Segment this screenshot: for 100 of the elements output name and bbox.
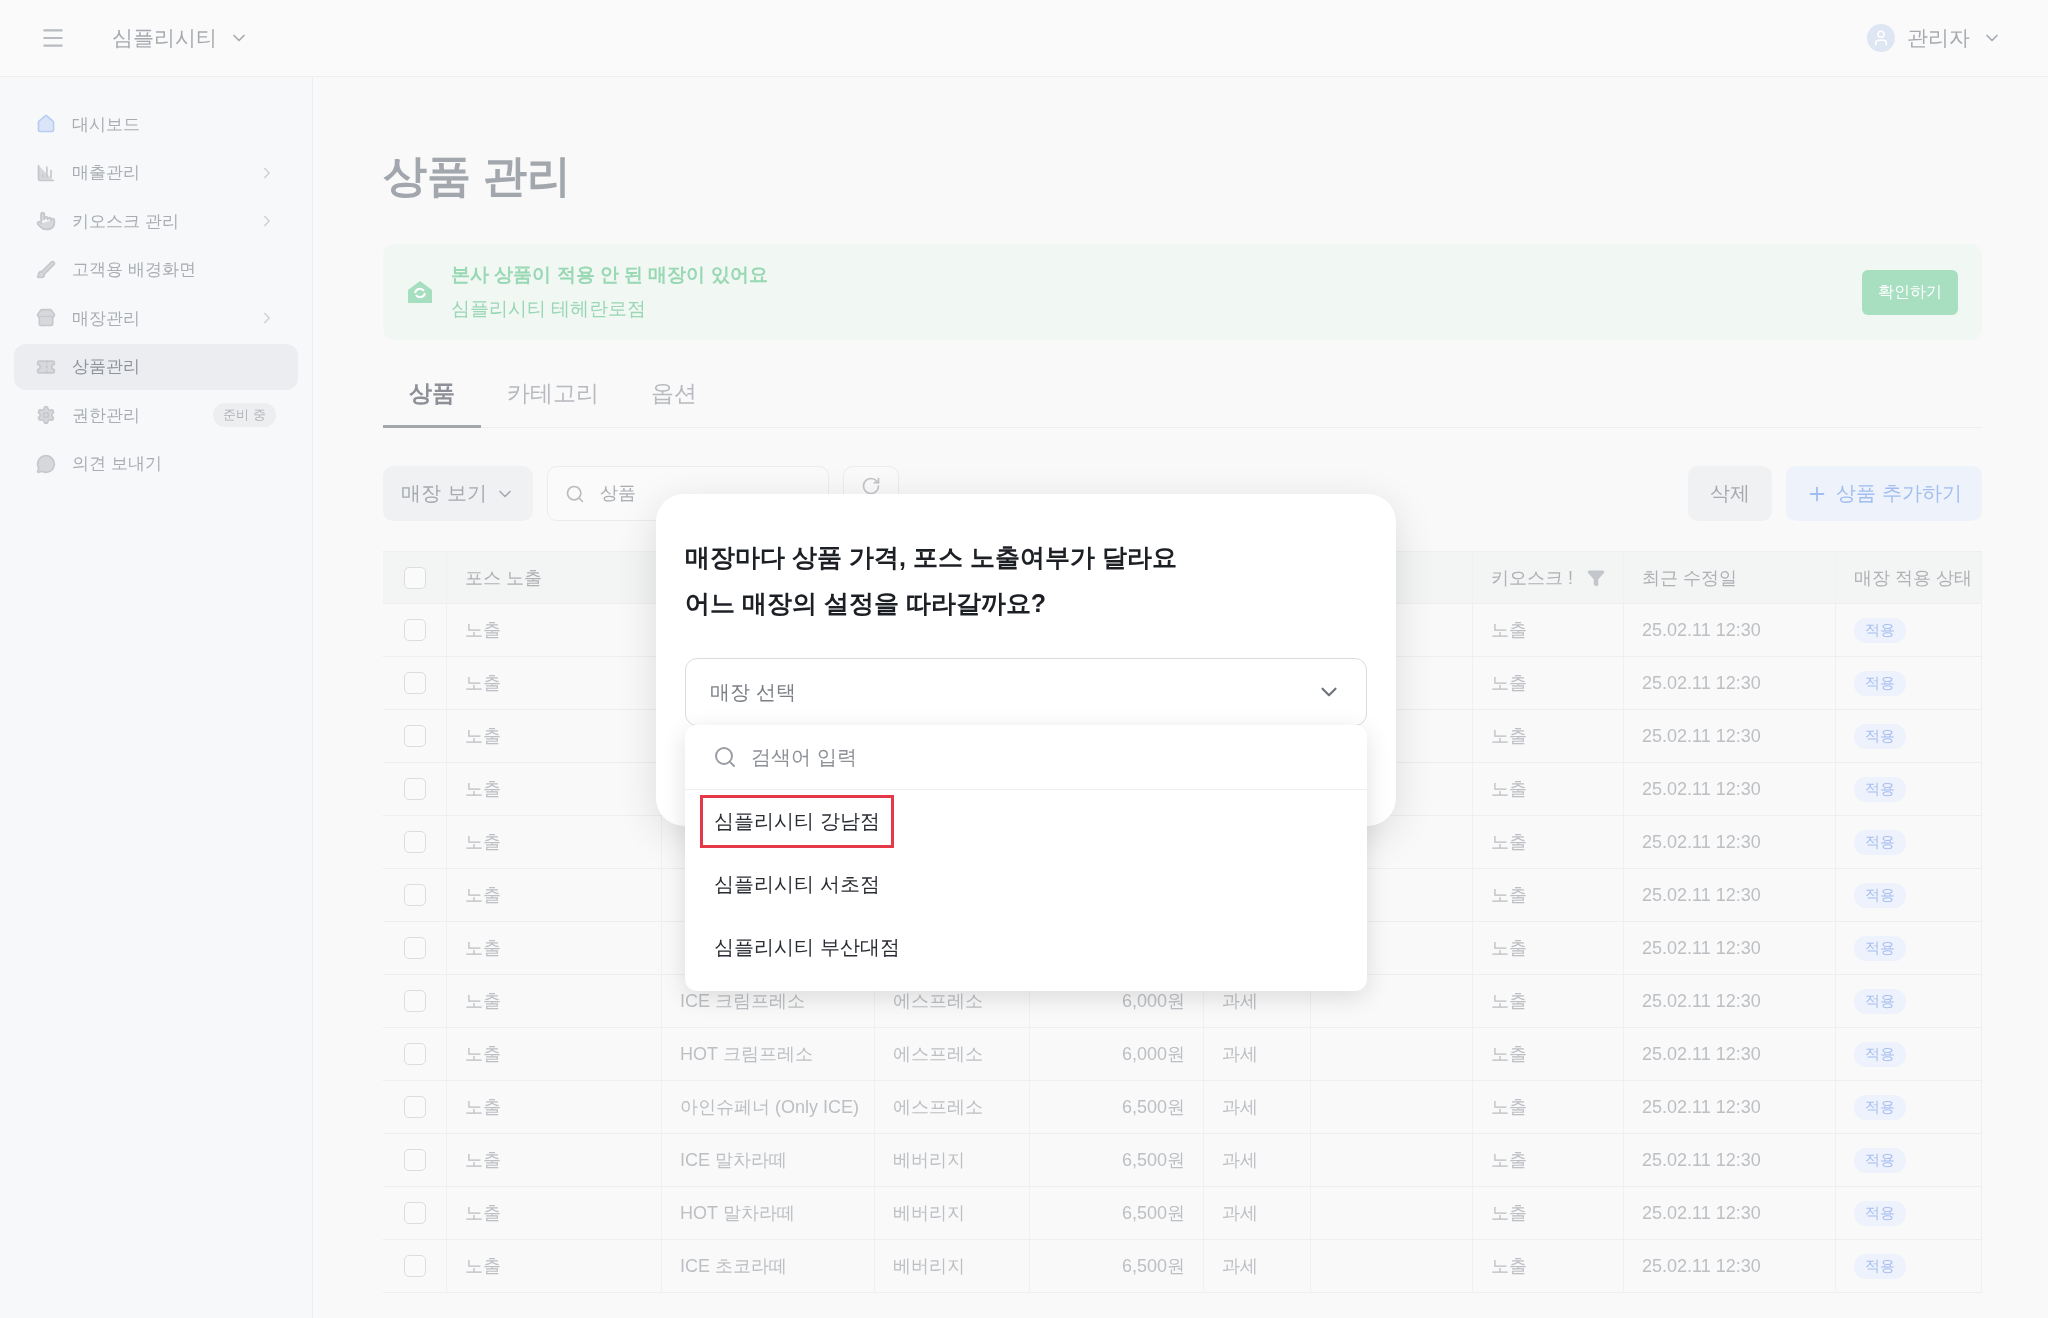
sidebar-item[interactable]: 상품관리 [14,343,298,390]
banner-subtitle: 심플리시티 테헤란로점 [451,297,648,321]
status-tag: 적용 [1854,723,1906,749]
table-cell: 노출 [1473,710,1624,763]
delete-button[interactable]: 삭제 [1688,466,1773,521]
tab[interactable]: 옵션 [625,366,723,428]
table-cell: 베버리지 [875,1187,1030,1240]
status-tag: 적용 [1854,670,1906,696]
tab[interactable]: 상품 [383,366,481,428]
store-option[interactable]: 심플리시티 부산대점 [700,921,914,974]
store-filter-dropdown[interactable]: 매장 보기 [383,466,533,521]
checkbox[interactable] [403,619,426,641]
table-cell: 6,000원 [1030,1028,1204,1081]
table-cell: 25.02.11 12:30 [1624,922,1836,975]
filter-icon[interactable] [1587,568,1605,587]
table-cell: 노출 [1473,1240,1624,1293]
search-icon [564,483,585,504]
checkbox[interactable] [403,884,426,906]
checkbox[interactable] [403,831,426,853]
sidebar-item[interactable]: 매장관리 [14,295,298,341]
table-cell: 에스프레소 [875,1081,1030,1134]
table-cell: 과세 [1204,1028,1311,1081]
table-cell: 노출 [1473,604,1624,657]
brush-icon [36,259,56,280]
status-badge: 준비 중 [213,403,276,427]
column-header: 최근 수정일 [1624,552,1836,604]
table-cell: 25.02.11 12:30 [1624,1081,1836,1134]
table-cell: 6,500원 [1030,1081,1204,1134]
sidebar-item[interactable]: 고객용 배경화면 [14,246,298,293]
bar-chart-icon [36,162,56,183]
checkbox[interactable] [403,1096,426,1118]
sidebar-item[interactable]: 의견 보내기 [14,440,298,487]
status-tag: 적용 [1854,935,1906,961]
dialog-title: 매장마다 상품 가격, 포스 노출여부가 달라요 [685,542,1178,573]
table-cell: 25.02.11 12:30 [1624,657,1836,710]
table-cell: 노출 [447,869,662,922]
sidebar-item[interactable]: 키오스크 관리 [14,198,298,244]
table-cell: 노출 [447,922,662,975]
table-cell: HOT 크림프레소 [662,1028,875,1081]
column-header: 매장 적용 상태 [1836,552,1982,604]
sidebar-label: 매출관리 [72,162,141,184]
status-tag: 적용 [1854,1041,1906,1067]
table-cell: 25.02.11 12:30 [1624,763,1836,816]
avatar-icon [1867,24,1895,52]
table-cell: 과세 [1204,1240,1311,1293]
store-option[interactable]: 심플리시티 서초점 [700,858,894,911]
table-cell: 6,500원 [1030,1134,1204,1187]
sidebar-item[interactable]: 대시보드 [14,101,298,147]
banner-title: 본사 상품이 적용 안 된 매장이 있어요 [451,263,769,287]
status-tag: 적용 [1854,776,1906,802]
brand-dropdown[interactable]: 심플리시티 [106,23,255,53]
tab[interactable]: 카테고리 [481,366,625,428]
user-menu[interactable]: 관리자 [1861,23,2008,53]
table-cell: 노출 [1473,975,1624,1028]
table-cell: 25.02.11 12:30 [1624,710,1836,763]
checkbox[interactable] [403,990,426,1012]
table-cell: 노출 [1473,1187,1624,1240]
table-cell: 노출 [447,1134,662,1187]
checkbox[interactable] [403,566,426,589]
table-cell: 25.02.11 12:30 [1624,1134,1836,1187]
table-cell: HOT 말차라떼 [662,1187,875,1240]
table-cell: 노출 [1473,816,1624,869]
status-tag: 적용 [1854,1200,1906,1226]
table-cell: 에스프레소 [875,1028,1030,1081]
table-cell: 25.02.11 12:30 [1624,1028,1836,1081]
table-cell: 베버리지 [875,1240,1030,1293]
refresh-icon [860,476,881,496]
sidebar-item[interactable]: 매출관리 [14,149,298,196]
sidebar-label: 상품관리 [72,356,141,378]
dialog-title: 어느 매장의 설정을 따라갈까요? [685,588,1048,619]
search-icon [713,745,737,769]
store-select[interactable]: 매장 선택 [685,658,1367,726]
table-cell: ICE 말차라떼 [662,1134,875,1187]
store-option[interactable]: 심플리시티 강남점 [700,795,894,848]
table-cell: 노출 [447,1028,662,1081]
add-product-button[interactable]: 상품 추가하기 [1786,466,1982,521]
checkbox[interactable] [403,1255,426,1277]
checkbox[interactable] [403,672,426,694]
table-cell: 노출 [1473,869,1624,922]
confirm-button[interactable]: 확인하기 [1862,269,1958,315]
sidebar-label: 매장관리 [72,307,141,330]
table-cell: 노출 [1473,1028,1624,1081]
checkbox[interactable] [403,1043,426,1065]
table-cell: 아인슈페너 (Only ICE) [662,1081,875,1134]
checkbox[interactable] [403,725,426,747]
house-refresh-icon [407,279,433,305]
checkbox[interactable] [403,1149,426,1171]
checkbox[interactable] [403,1202,426,1224]
table-cell: 25.02.11 12:30 [1624,1240,1836,1293]
sidebar-label: 고객용 배경화면 [72,259,197,281]
table-cell: 노출 [447,975,662,1028]
status-tag: 적용 [1854,1253,1906,1279]
sidebar-item[interactable]: 권한관리 준비 중 [14,392,298,438]
table-cell: 6,500원 [1030,1187,1204,1240]
sidebar-label: 의견 보내기 [72,453,163,475]
checkbox[interactable] [403,937,426,959]
table-cell: 25.02.11 12:30 [1624,604,1836,657]
checkbox[interactable] [403,778,426,800]
sidebar-label: 대시보드 [72,113,141,136]
search-field[interactable]: 검색어 입력 [685,725,1367,789]
